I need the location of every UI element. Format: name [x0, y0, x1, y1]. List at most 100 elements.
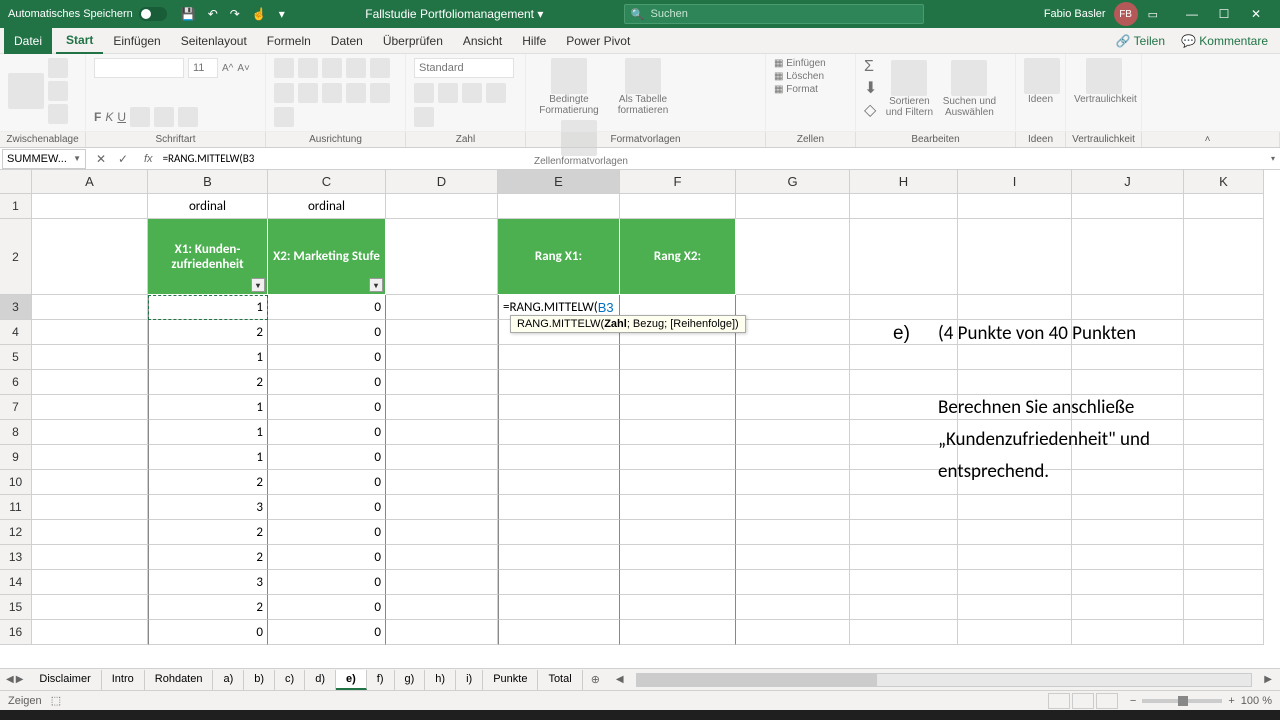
cell-K8[interactable]	[1184, 420, 1264, 445]
cell-C15[interactable]: 0	[268, 595, 386, 620]
cell-E16[interactable]	[498, 620, 620, 645]
column-header-H[interactable]: H	[850, 170, 958, 194]
cell-G14[interactable]	[736, 570, 850, 595]
tab-seitenlayout[interactable]: Seitenlayout	[171, 28, 257, 54]
row-header-15[interactable]: 15	[0, 595, 32, 620]
fill-icon[interactable]: ⬇	[864, 78, 877, 98]
sheet-tab-Punkte[interactable]: Punkte	[483, 670, 538, 690]
cell-G5[interactable]	[736, 345, 850, 370]
cell-K10[interactable]	[1184, 470, 1264, 495]
cell-K12[interactable]	[1184, 520, 1264, 545]
cell-E8[interactable]	[498, 420, 620, 445]
align-top-icon[interactable]	[274, 58, 294, 78]
cell-K15[interactable]	[1184, 595, 1264, 620]
cell-H11[interactable]	[850, 495, 958, 520]
cell-E10[interactable]	[498, 470, 620, 495]
cell-J2[interactable]	[1072, 219, 1184, 295]
cell-K5[interactable]	[1184, 345, 1264, 370]
cell-E1[interactable]	[498, 194, 620, 219]
cell-A12[interactable]	[32, 520, 148, 545]
cell-D5[interactable]	[386, 345, 498, 370]
cell-K14[interactable]	[1184, 570, 1264, 595]
tab-ueberpruefen[interactable]: Überprüfen	[373, 28, 453, 54]
cell-B8[interactable]: 1	[148, 420, 268, 445]
tab-einfuegen[interactable]: Einfügen	[103, 28, 170, 54]
cell-K4[interactable]	[1184, 320, 1264, 345]
cell-G9[interactable]	[736, 445, 850, 470]
merge-icon[interactable]	[274, 107, 294, 127]
italic-button[interactable]: K	[105, 110, 113, 124]
select-all-corner[interactable]	[0, 170, 32, 194]
cell-G7[interactable]	[736, 395, 850, 420]
hscroll-right-icon[interactable]: ▶	[1264, 674, 1272, 685]
cell-I14[interactable]	[958, 570, 1072, 595]
cell-I5[interactable]	[958, 345, 1072, 370]
format-table-icon[interactable]	[625, 58, 661, 94]
cell-H6[interactable]	[850, 370, 958, 395]
redo-icon[interactable]: ↷	[230, 7, 240, 21]
cell-A7[interactable]	[32, 395, 148, 420]
cell-B9[interactable]: 1	[148, 445, 268, 470]
cell-F5[interactable]	[620, 345, 736, 370]
row-header-8[interactable]: 8	[0, 420, 32, 445]
insert-cells-button[interactable]: ▦ Einfügen	[774, 58, 847, 69]
cell-D14[interactable]	[386, 570, 498, 595]
cell-A1[interactable]	[32, 194, 148, 219]
cell-H2[interactable]	[850, 219, 958, 295]
close-button[interactable]: ✕	[1240, 7, 1272, 21]
cell-C11[interactable]: 0	[268, 495, 386, 520]
cell-B12[interactable]: 2	[148, 520, 268, 545]
maximize-button[interactable]: ☐	[1208, 7, 1240, 21]
expand-formula-bar-icon[interactable]: ▾	[1266, 154, 1280, 163]
cell-G3[interactable]	[736, 295, 850, 320]
cell-C3[interactable]: 0	[268, 295, 386, 320]
column-header-B[interactable]: B	[148, 170, 268, 194]
cell-B14[interactable]: 3	[148, 570, 268, 595]
cell-H12[interactable]	[850, 520, 958, 545]
cell-H15[interactable]	[850, 595, 958, 620]
indent-inc-icon[interactable]	[370, 83, 390, 103]
sheet-tab-Disclaimer[interactable]: Disclaimer	[29, 670, 101, 690]
cell-D6[interactable]	[386, 370, 498, 395]
sheet-tab-e[interactable]: e)	[336, 670, 367, 690]
cell-F16[interactable]	[620, 620, 736, 645]
cell-B3[interactable]: 1	[148, 295, 268, 320]
cell-C9[interactable]: 0	[268, 445, 386, 470]
border-icon[interactable]	[130, 107, 150, 127]
row-header-14[interactable]: 14	[0, 570, 32, 595]
cell-F12[interactable]	[620, 520, 736, 545]
cell-D1[interactable]	[386, 194, 498, 219]
cell-E9[interactable]	[498, 445, 620, 470]
decrease-decimal-icon[interactable]	[414, 107, 434, 127]
cell-H5[interactable]	[850, 345, 958, 370]
zoom-out-icon[interactable]: −	[1130, 695, 1136, 707]
cell-F15[interactable]	[620, 595, 736, 620]
tab-datei[interactable]: Datei	[4, 28, 52, 54]
cell-C10[interactable]: 0	[268, 470, 386, 495]
cell-C7[interactable]: 0	[268, 395, 386, 420]
row-header-13[interactable]: 13	[0, 545, 32, 570]
cell-E7[interactable]	[498, 395, 620, 420]
column-header-J[interactable]: J	[1072, 170, 1184, 194]
hscroll-left-icon[interactable]: ◀	[616, 674, 624, 685]
cell-C14[interactable]: 0	[268, 570, 386, 595]
underline-button[interactable]: U	[117, 110, 126, 124]
cell-F7[interactable]	[620, 395, 736, 420]
cell-G15[interactable]	[736, 595, 850, 620]
cell-J5[interactable]	[1072, 345, 1184, 370]
cell-K2[interactable]	[1184, 219, 1264, 295]
align-bottom-icon[interactable]	[322, 58, 342, 78]
header-rang-x2[interactable]: Rang X2:	[620, 219, 736, 295]
sheet-tab-b[interactable]: b)	[244, 670, 275, 690]
number-format-select[interactable]	[414, 58, 514, 78]
collapse-ribbon-icon[interactable]: ˄	[1142, 132, 1280, 147]
cell-E11[interactable]	[498, 495, 620, 520]
view-normal-icon[interactable]	[1048, 693, 1070, 709]
conditional-format-icon[interactable]	[551, 58, 587, 94]
cell-C13[interactable]: 0	[268, 545, 386, 570]
cell-A10[interactable]	[32, 470, 148, 495]
row-header-16[interactable]: 16	[0, 620, 32, 645]
cell-J10[interactable]	[1072, 470, 1184, 495]
cell-D16[interactable]	[386, 620, 498, 645]
row-header-9[interactable]: 9	[0, 445, 32, 470]
